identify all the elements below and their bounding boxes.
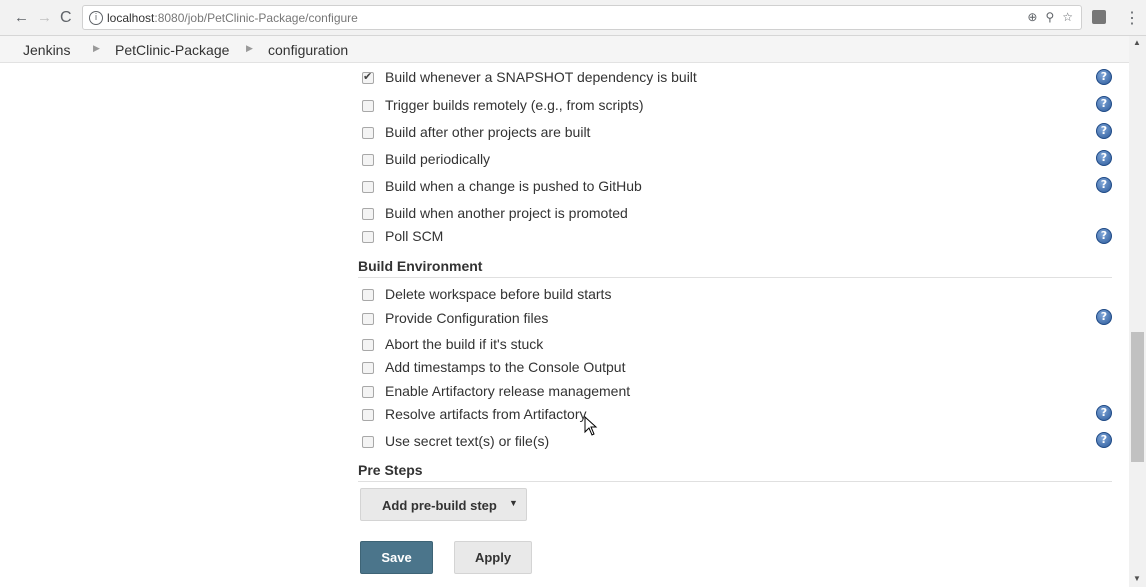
help-icon[interactable]: ? [1096, 228, 1112, 244]
section-title-pre-steps: Pre Steps [358, 462, 423, 478]
section-title-build-environment: Build Environment [358, 258, 483, 274]
page-scrollbar[interactable]: ▲ ▼ [1129, 36, 1146, 587]
reload-icon[interactable]: C [60, 9, 72, 27]
option-label: Build periodically [385, 151, 491, 167]
checkbox[interactable] [362, 127, 374, 139]
trigger-periodically[interactable]: Build periodically [360, 151, 1090, 171]
breadcrumb: Jenkins ▶ PetClinic-Package ▶ configurat… [0, 36, 1129, 63]
url-text[interactable]: localhost:8080/job/PetClinic-Package/con… [107, 11, 358, 25]
url-path: :8080/job/PetClinic-Package/configure [154, 11, 358, 25]
env-provide-config-files[interactable]: Provide Configuration files [360, 310, 1090, 330]
save-button[interactable]: Save [360, 541, 433, 574]
apply-button[interactable]: Apply [454, 541, 532, 574]
checkbox[interactable] [362, 231, 374, 243]
section-divider [358, 481, 1112, 482]
caret-down-icon: ▼ [509, 498, 518, 508]
checkbox[interactable] [362, 208, 374, 220]
env-secret-text[interactable]: Use secret text(s) or file(s) [360, 433, 1090, 453]
option-label: Build whenever a SNAPSHOT dependency is … [385, 69, 697, 85]
zoom-icon[interactable]: ⊕ [1027, 10, 1037, 24]
url-host: localhost [107, 11, 155, 25]
add-pre-build-step-button[interactable]: Add pre-build step ▼ [360, 488, 527, 521]
env-resolve-artifacts[interactable]: Resolve artifacts from Artifactory [360, 406, 1090, 426]
back-arrow-icon[interactable]: ← [14, 9, 29, 27]
option-label: Resolve artifacts from Artifactory [385, 406, 587, 422]
checkbox[interactable] [362, 339, 374, 351]
help-icon[interactable]: ? [1096, 96, 1112, 112]
scroll-up-icon[interactable]: ▲ [1133, 38, 1141, 47]
help-icon[interactable]: ? [1096, 309, 1112, 325]
add-pre-build-step-label: Add pre-build step [382, 498, 497, 513]
breadcrumb-jenkins[interactable]: Jenkins [23, 42, 70, 58]
checkbox[interactable] [362, 409, 374, 421]
option-label: Add timestamps to the Console Output [385, 359, 626, 375]
option-label: Provide Configuration files [385, 310, 549, 326]
help-icon[interactable]: ? [1096, 405, 1112, 421]
extension-icon[interactable] [1092, 10, 1106, 24]
checkbox[interactable] [362, 362, 374, 374]
checkbox[interactable] [362, 154, 374, 166]
checkbox[interactable] [362, 70, 374, 84]
breadcrumb-configuration[interactable]: configuration [268, 42, 348, 58]
address-bar-icons: ⊕ ⚲ ☆ [1027, 10, 1073, 24]
option-label: Delete workspace before build starts [385, 286, 612, 302]
key-icon[interactable]: ⚲ [1045, 10, 1054, 24]
trigger-snapshot-dependency[interactable]: Build whenever a SNAPSHOT dependency is … [360, 69, 1090, 89]
env-delete-workspace[interactable]: Delete workspace before build starts [360, 286, 1090, 306]
info-icon[interactable]: i [89, 11, 103, 25]
help-icon[interactable]: ? [1096, 69, 1112, 85]
trigger-github-push[interactable]: Build when a change is pushed to GitHub [360, 178, 1090, 198]
checkbox[interactable] [362, 181, 374, 193]
forward-arrow-icon[interactable]: → [37, 9, 52, 27]
trigger-project-promoted[interactable]: Build when another project is promoted [360, 205, 1090, 225]
checkbox[interactable] [362, 100, 374, 112]
option-label: Build when a change is pushed to GitHub [385, 178, 642, 194]
browser-toolbar: ← → C i localhost:8080/job/PetClinic-Pac… [0, 0, 1146, 36]
breadcrumb-project[interactable]: PetClinic-Package [115, 42, 229, 58]
option-label: Build when another project is promoted [385, 205, 628, 221]
help-icon[interactable]: ? [1096, 432, 1112, 448]
option-label: Trigger builds remotely (e.g., from scri… [385, 97, 644, 113]
trigger-remote-builds[interactable]: Trigger builds remotely (e.g., from scri… [360, 97, 1090, 117]
trigger-poll-scm[interactable]: Poll SCM [360, 228, 1090, 248]
address-bar[interactable]: i localhost:8080/job/PetClinic-Package/c… [82, 5, 1082, 30]
breadcrumb-separator-icon: ▶ [93, 43, 100, 53]
star-icon[interactable]: ☆ [1062, 10, 1073, 24]
checkbox[interactable] [362, 386, 374, 398]
scroll-down-icon[interactable]: ▼ [1133, 574, 1141, 583]
breadcrumb-separator-icon: ▶ [246, 43, 253, 53]
env-abort-if-stuck[interactable]: Abort the build if it's stuck [360, 336, 1090, 356]
option-label: Enable Artifactory release management [385, 383, 631, 399]
help-icon[interactable]: ? [1096, 123, 1112, 139]
option-label: Poll SCM [385, 228, 444, 244]
env-add-timestamps[interactable]: Add timestamps to the Console Output [360, 359, 1090, 379]
option-label: Abort the build if it's stuck [385, 336, 544, 352]
checkbox[interactable] [362, 436, 374, 448]
scroll-thumb[interactable] [1131, 332, 1144, 462]
checkbox[interactable] [362, 313, 374, 325]
section-divider [358, 277, 1112, 278]
menu-icon[interactable]: ⋮ [1124, 8, 1140, 28]
trigger-after-other-projects[interactable]: Build after other projects are built [360, 124, 1090, 144]
checkbox[interactable] [362, 289, 374, 301]
option-label: Use secret text(s) or file(s) [385, 433, 550, 449]
option-label: Build after other projects are built [385, 124, 591, 140]
mouse-cursor-icon [584, 416, 598, 436]
env-artifactory-release[interactable]: Enable Artifactory release management [360, 383, 1090, 403]
help-icon[interactable]: ? [1096, 150, 1112, 166]
help-icon[interactable]: ? [1096, 177, 1112, 193]
